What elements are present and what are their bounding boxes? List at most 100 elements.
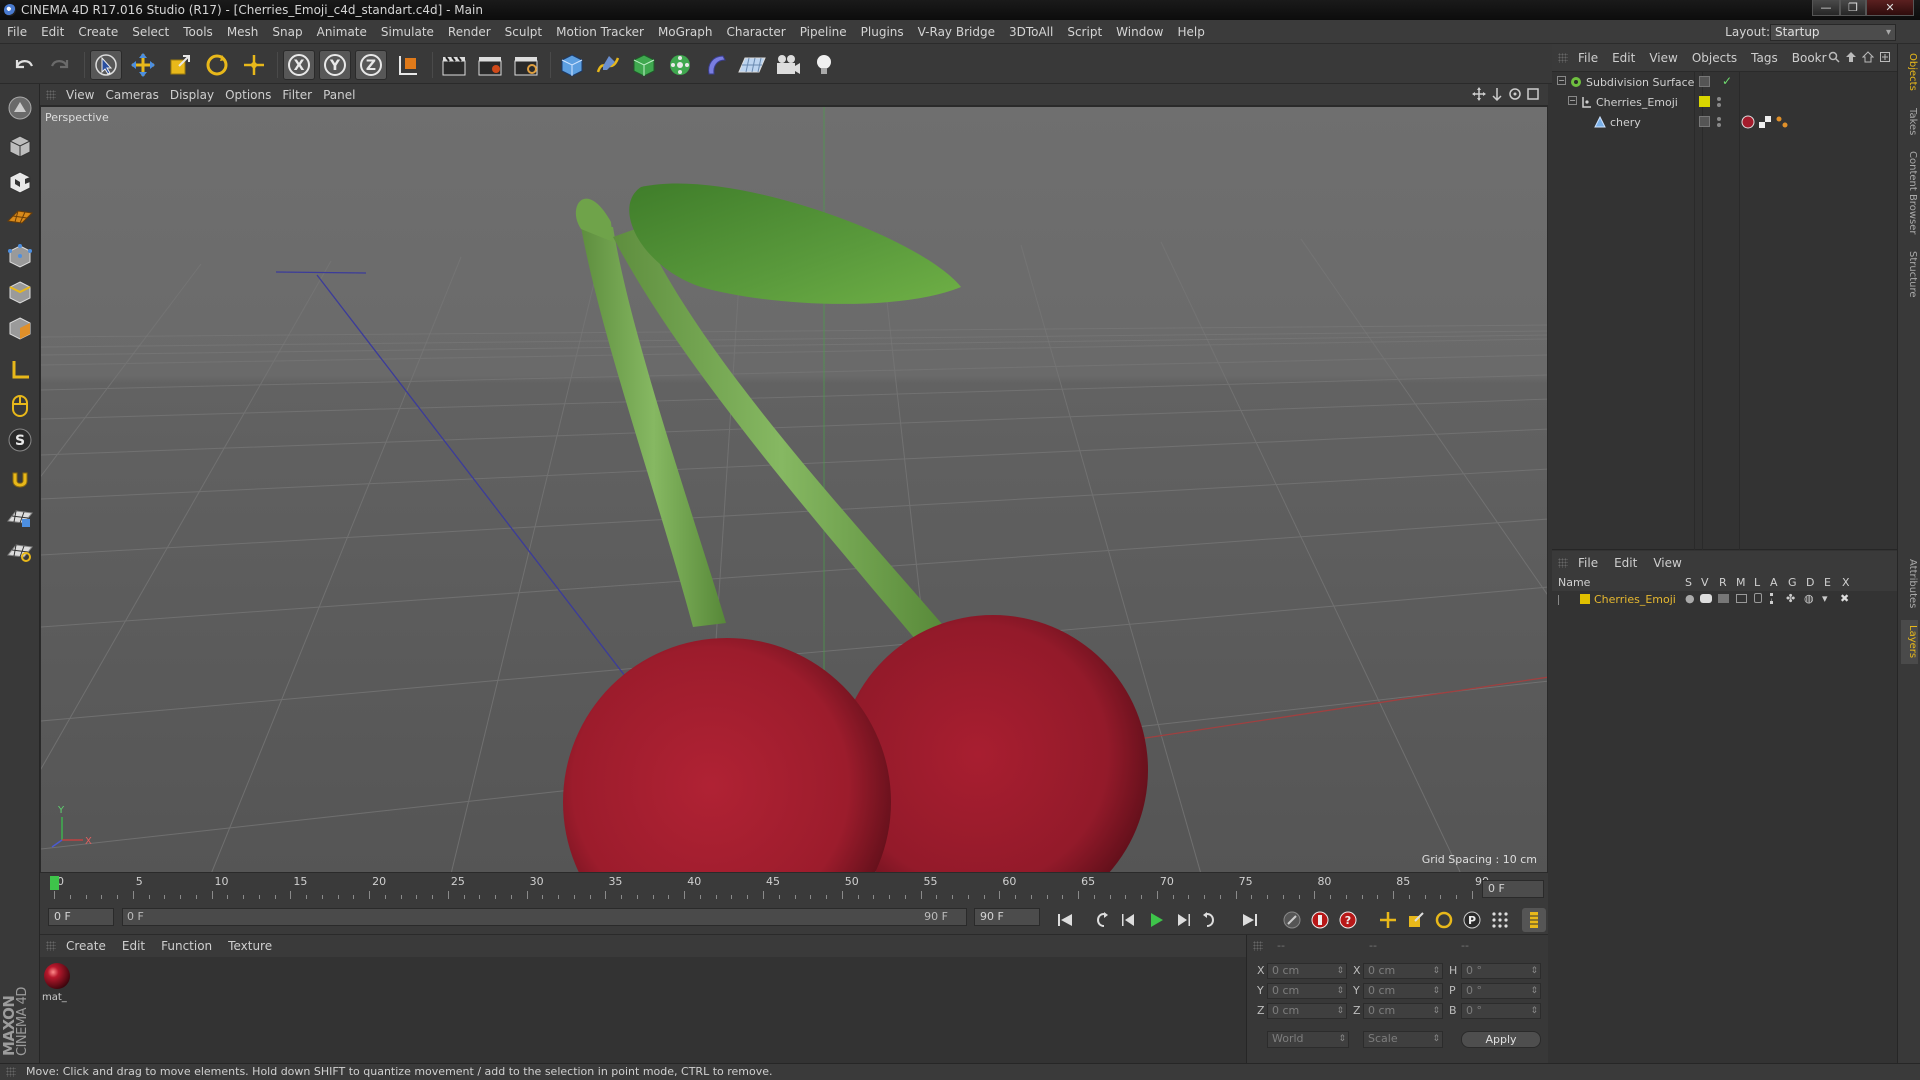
timeline-layout-button[interactable] [1522,908,1546,932]
playhead[interactable] [50,876,59,890]
menu-help[interactable]: Help [1170,25,1211,39]
apply-button[interactable]: Apply [1461,1031,1541,1048]
layer-manager-icon[interactable] [1736,594,1747,603]
tab-objects[interactable]: Objects [1901,50,1918,94]
menu-plugins[interactable]: Plugins [854,25,911,39]
menu-mesh[interactable]: Mesh [220,25,266,39]
object-row-chery[interactable]: chery [1552,114,1897,134]
model-mode-button[interactable] [4,130,36,162]
viewport-menu-cameras[interactable]: Cameras [105,88,169,102]
tab-takes[interactable]: Takes [1901,104,1918,140]
add-generator-button[interactable] [628,50,660,80]
rotation-b-field[interactable]: 0 ° [1461,1003,1541,1019]
layer-deformer-icon[interactable]: ◍ [1804,592,1814,605]
key-position-button[interactable] [1376,908,1400,932]
uvw-tag-icon[interactable] [1775,115,1789,129]
play-button[interactable] [1144,908,1168,932]
object-menu-tags[interactable]: Tags [1751,51,1792,65]
key-parameter-button[interactable]: P [1460,908,1484,932]
next-frame-button[interactable] [1171,908,1195,932]
perspective-viewport[interactable]: Y X Perspective Grid Spacing : 10 cm [40,106,1548,873]
layer-render-icon[interactable] [1718,594,1729,603]
add-cube-button[interactable] [556,50,588,80]
workplane-mode-button[interactable] [4,200,36,232]
material-menu-edit[interactable]: Edit [122,939,161,953]
timeline-ruler[interactable]: 051015202530354045505560657075808590 0 F [40,873,1548,901]
locked-workplane-button[interactable] [4,502,36,534]
layer-animation-icon[interactable] [1770,593,1775,604]
viewport-pan-icon[interactable] [1472,87,1486,101]
end-frame-field[interactable]: 90 F [974,908,1040,926]
layer-solo-icon[interactable]: ● [1685,592,1695,605]
rotation-p-field[interactable]: 0 ° [1461,983,1541,999]
render-settings-button[interactable] [510,50,542,80]
viewport-scene[interactable]: Y X [41,107,1548,873]
material-menu-texture[interactable]: Texture [228,939,288,953]
record-button[interactable] [1308,908,1332,932]
viewport-menu-panel[interactable]: Panel [323,88,366,102]
key-scale-button[interactable] [1404,908,1428,932]
menu-tools[interactable]: Tools [176,25,220,39]
material-swatch[interactable]: mat_ [42,961,72,1003]
autokeying-button[interactable]: ? [1336,908,1360,932]
viewport-menu-options[interactable]: Options [225,88,282,102]
menu-pipeline[interactable]: Pipeline [793,25,854,39]
rotation-h-field[interactable]: 0 ° [1461,963,1541,979]
keyframe-selection-button[interactable] [1280,908,1304,932]
viewport-maximize-icon[interactable] [1526,87,1540,101]
axis-mode-button[interactable] [4,354,36,386]
next-key-button[interactable] [1198,908,1222,932]
scale-tool-button[interactable] [164,50,196,80]
layer-menu-view[interactable]: View [1653,556,1697,570]
close-button[interactable]: ✕ [1866,0,1914,16]
material-menu-create[interactable]: Create [66,939,122,953]
visibility-dots-icon[interactable] [1717,117,1721,121]
go-to-end-button[interactable] [1238,908,1262,932]
transform-tool-button[interactable] [238,50,270,80]
previous-key-button[interactable] [1089,908,1113,932]
object-row-cherries-emoji[interactable]: − Cherries_Emoji [1552,94,1897,114]
viewport-menu-view[interactable]: View [66,88,105,102]
y-axis-lock-button[interactable]: Y [319,50,351,80]
object-manager-tree[interactable]: − Subdivision Surface ✓ − Cherries_Emoji… [1552,72,1897,550]
object-layer-slot[interactable] [1699,116,1710,127]
coordinate-mode-select[interactable]: World [1267,1031,1349,1048]
object-menu-view[interactable]: View [1649,51,1691,65]
material-menu-function[interactable]: Function [161,939,228,953]
layer-row-cherries-emoji[interactable]: Cherries_Emoji ● ✤ ◍ ▾ ✖ [1552,591,1897,611]
new-view-icon[interactable] [1879,51,1891,63]
size-z-field[interactable]: 0 cm [1363,1003,1443,1019]
visibility-dots-icon[interactable] [1717,97,1721,101]
preview-range-slider[interactable]: 0 F 90 F [122,908,967,926]
menu-window[interactable]: Window [1109,25,1170,39]
menu-sculpt[interactable]: Sculpt [498,25,549,39]
menu-file[interactable]: File [0,25,34,39]
viewport-menu-display[interactable]: Display [170,88,225,102]
size-y-field[interactable]: 0 cm [1363,983,1443,999]
size-mode-select[interactable]: Scale [1363,1031,1443,1048]
rotate-tool-button[interactable] [201,50,233,80]
enabled-check-icon[interactable]: ✓ [1722,74,1732,88]
layer-xref-icon[interactable]: ✖ [1840,592,1849,605]
tab-layers[interactable]: Layers [1901,620,1918,664]
position-z-field[interactable]: 0 cm [1267,1003,1347,1019]
material-tag-icon[interactable] [1741,115,1755,129]
z-axis-lock-button[interactable]: Z [355,50,387,80]
add-mograph-button[interactable] [664,50,696,80]
render-view-button[interactable] [438,50,470,80]
position-x-field[interactable]: 0 cm [1267,963,1347,979]
texture-mode-button[interactable] [4,166,36,198]
menu-vray-bridge[interactable]: V-Ray Bridge [911,25,1002,39]
home-icon[interactable] [1862,51,1874,63]
minimize-button[interactable]: — [1812,0,1840,16]
undo-button[interactable] [8,50,40,80]
current-frame-field[interactable]: 0 F [1482,880,1544,898]
key-pla-button[interactable] [1488,908,1512,932]
layer-lock-icon[interactable] [1754,593,1762,603]
menu-script[interactable]: Script [1060,25,1109,39]
viewport-menu-filter[interactable]: Filter [282,88,323,102]
collapse-toggle-icon[interactable]: − [1557,76,1566,85]
menu-mograph[interactable]: MoGraph [651,25,720,39]
layout-select[interactable]: Startup [1770,24,1896,41]
live-selection-button[interactable] [90,50,122,80]
